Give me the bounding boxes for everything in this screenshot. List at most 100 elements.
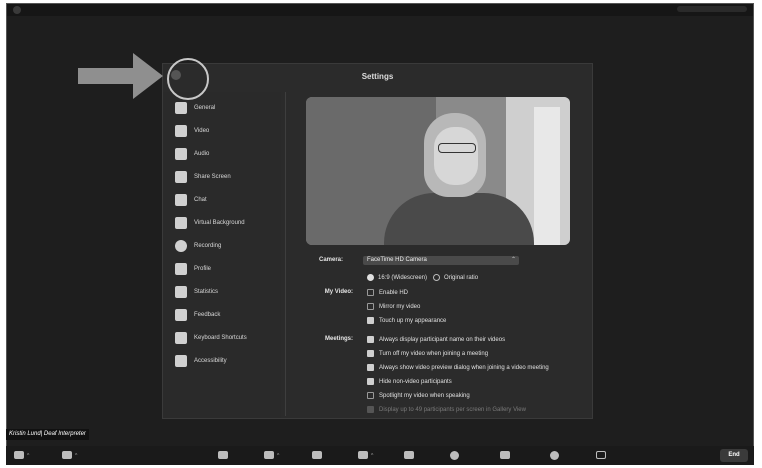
meetings-label: Meetings: — [324, 336, 353, 342]
camera-select-value: FaceTime HD Camera — [367, 257, 427, 263]
record-icon — [175, 240, 187, 252]
hide-non-video-checkbox[interactable]: Hide non-video participants — [367, 378, 452, 385]
video-camera-icon — [175, 125, 187, 137]
annotation-arrow-head — [133, 53, 163, 99]
sidebar-item-label: Feedback — [194, 312, 221, 318]
chat-button[interactable] — [312, 451, 322, 460]
chat-bubble-icon — [175, 194, 187, 206]
checkbox-icon — [367, 378, 374, 385]
preview-door — [534, 107, 560, 245]
reactions-icon — [550, 451, 559, 460]
sidebar-item-label: General — [194, 105, 216, 111]
person-glasses — [438, 143, 476, 153]
share-screen-icon — [358, 451, 368, 460]
window-dot-icon[interactable] — [13, 6, 21, 14]
camera-select[interactable]: FaceTime HD Camera ⌃ — [363, 256, 519, 265]
shield-icon — [218, 451, 228, 460]
always-show-preview-checkbox[interactable]: Always show video preview dialog when jo… — [367, 364, 549, 371]
record-button[interactable] — [450, 451, 459, 460]
participants-icon — [264, 451, 274, 460]
annotation-arrow — [78, 68, 136, 84]
keyboard-icon — [175, 332, 187, 344]
video-camera-icon — [62, 451, 72, 460]
sidebar-item-label: Accessibility — [194, 358, 227, 364]
checkbox-icon — [367, 364, 374, 371]
sidebar-item-video[interactable]: Video — [175, 123, 209, 139]
title-bar — [7, 4, 753, 16]
chevron-down-icon: ⌃ — [510, 257, 516, 263]
person-background-icon — [175, 217, 187, 229]
security-button[interactable] — [218, 451, 228, 460]
panel-divider — [285, 92, 286, 416]
record-icon — [450, 451, 459, 460]
share-screen-button[interactable]: ^ — [358, 451, 373, 460]
checkbox-icon — [367, 350, 374, 357]
radio-original[interactable] — [433, 274, 441, 281]
settings-sidebar: General Video Audio Share Screen Chat Vi… — [163, 92, 281, 418]
accessibility-icon — [175, 355, 187, 367]
polls-button[interactable] — [404, 451, 414, 460]
checkbox-label: Display up to 49 participants per screen… — [379, 406, 526, 413]
annotation-highlight-ring — [167, 58, 209, 100]
gear-icon — [175, 102, 187, 114]
end-meeting-button[interactable]: End — [720, 449, 748, 462]
headphones-icon — [175, 148, 187, 160]
participant-name-tag: Kristin Lund| Deaf Interpreter — [6, 429, 89, 440]
sidebar-item-label: Audio — [194, 151, 210, 157]
sidebar-item-feedback[interactable]: Feedback — [175, 307, 220, 323]
sidebar-item-label: Recording — [194, 243, 222, 249]
sidebar-item-share-screen[interactable]: Share Screen — [175, 169, 231, 185]
sidebar-item-keyboard-shortcuts[interactable]: Keyboard Shortcuts — [175, 330, 247, 346]
sidebar-item-general[interactable]: General — [175, 100, 215, 116]
checkbox-label: Touch up my appearance — [379, 317, 447, 324]
mirror-checkbox[interactable]: Mirror my video — [367, 303, 420, 310]
display-49-checkbox[interactable]: Display up to 49 participants per screen… — [367, 406, 526, 413]
checkbox-icon — [367, 406, 374, 413]
checkbox-icon — [367, 392, 374, 399]
camera-label: Camera: — [318, 257, 343, 263]
participants-button[interactable]: ^ — [264, 451, 279, 460]
spotlight-checkbox[interactable]: Spotlight my video when speaking — [367, 392, 470, 399]
checkbox-label: Mirror my video — [379, 303, 421, 310]
video-button[interactable]: ^ — [62, 451, 77, 460]
checkbox-icon — [367, 303, 374, 310]
turn-off-video-checkbox[interactable]: Turn off my video when joining a meeting — [367, 350, 488, 357]
sidebar-item-label: Keyboard Shortcuts — [194, 335, 247, 341]
sidebar-item-chat[interactable]: Chat — [175, 192, 207, 208]
sidebar-item-label: Video — [194, 128, 210, 134]
chevron-up-icon: ^ — [75, 453, 78, 459]
settings-title: Settings — [361, 72, 394, 81]
checkbox-icon — [367, 289, 374, 296]
chevron-up-icon: ^ — [277, 453, 280, 459]
video-preview — [306, 97, 570, 245]
sidebar-item-profile[interactable]: Profile — [175, 261, 211, 277]
reactions-button[interactable] — [550, 451, 559, 460]
enable-hd-checkbox[interactable]: Enable HD — [367, 289, 408, 296]
audio-button[interactable]: ^ — [14, 451, 29, 460]
bar-chart-icon — [175, 286, 187, 298]
apps-button[interactable] — [596, 451, 606, 460]
chat-bubble-icon — [312, 451, 322, 460]
sidebar-item-accessibility[interactable]: Accessibility — [175, 353, 227, 369]
checkbox-label: Enable HD — [379, 289, 409, 296]
person-face — [434, 127, 478, 185]
feedback-icon — [175, 309, 187, 321]
status-indicator — [677, 6, 747, 12]
share-screen-icon — [175, 171, 187, 183]
checkbox-icon — [367, 317, 374, 324]
sidebar-item-recording[interactable]: Recording — [175, 238, 221, 254]
headphones-icon — [14, 451, 24, 460]
sidebar-item-statistics[interactable]: Statistics — [175, 284, 218, 300]
sidebar-item-label: Statistics — [194, 289, 219, 295]
person-shirt — [384, 193, 534, 245]
sidebar-item-audio[interactable]: Audio — [175, 146, 209, 162]
touch-up-checkbox[interactable]: Touch up my appearance — [367, 317, 446, 324]
always-display-name-checkbox[interactable]: Always display participant name on their… — [367, 336, 505, 343]
chevron-up-icon: ^ — [371, 453, 374, 459]
checkbox-icon — [367, 336, 374, 343]
sidebar-item-virtual-background[interactable]: Virtual Background — [175, 215, 245, 231]
profile-icon — [175, 263, 187, 275]
sidebar-item-label: Virtual Background — [194, 220, 245, 226]
closed-caption-button[interactable] — [500, 451, 510, 460]
radio-widescreen[interactable] — [367, 274, 374, 281]
